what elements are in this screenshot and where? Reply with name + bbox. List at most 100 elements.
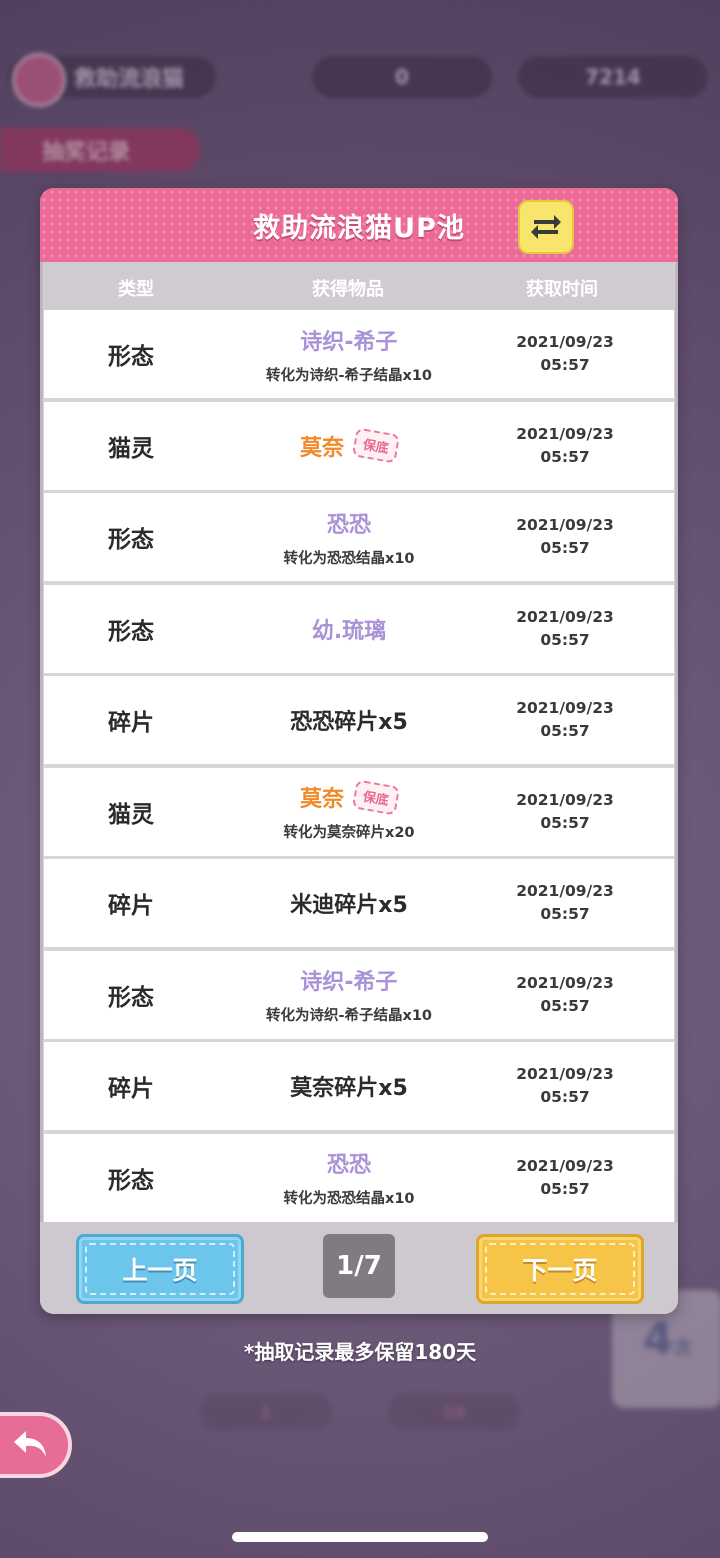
row-type: 形态 xyxy=(108,984,154,1011)
column-header-row: 类型 获得物品 获取时间 xyxy=(44,262,674,310)
row-type: 猫灵 xyxy=(108,801,154,828)
row-item-name-wrap: 米迪碎片x5 xyxy=(290,887,408,919)
row-item: 幼.琉璃 xyxy=(244,585,454,673)
row-item-name-wrap: 恐恐 xyxy=(327,1147,371,1179)
row-item-name-wrap: 诗织-希子 xyxy=(300,324,397,356)
row-date: 2021/09/23 xyxy=(516,973,614,992)
row-item: 恐恐碎片x5 xyxy=(244,676,454,764)
row-clock: 05:57 xyxy=(540,722,590,740)
row-item: 诗织-希子转化为诗织-希子结晶x10 xyxy=(244,951,454,1039)
row-time: 2021/09/23 05:57 xyxy=(490,402,640,490)
draw-record-dialog: 救助流浪猫UP池 类型 获得物品 获取时间 形态 诗织-希子 转化为诗织-希子结晶x… xyxy=(40,188,678,1314)
row-time: 2021/09/23 05:57 xyxy=(490,1042,640,1130)
row-item-name: 恐恐碎片x5 xyxy=(290,710,408,735)
row-date: 2021/09/23 xyxy=(516,516,614,534)
row-date: 2021/09/23 xyxy=(516,424,614,443)
row-clock: 05:57 xyxy=(540,1088,590,1106)
row-item-name-wrap: 莫奈 保底 xyxy=(299,427,401,464)
row-type: 形态 xyxy=(108,1167,154,1194)
row-item-name: 诗织-希子 xyxy=(300,329,398,355)
row-item-name: 诗织-希子 xyxy=(300,970,398,995)
table-row: 形态 诗织-希子转化为诗织-希子结晶x10 2021/09/23 05:57 xyxy=(44,950,674,1043)
back-arrow-icon xyxy=(14,1431,46,1457)
record-list[interactable]: 形态 诗织-希子 转化为诗织-希子结晶x10 2021/09/23 05:57 猫灵 莫奈保… xyxy=(44,310,674,1222)
column-header-type: 类型 xyxy=(118,279,154,300)
next-page-button-border xyxy=(485,1243,635,1295)
row-time: 2021/09/23 05:57 xyxy=(490,1134,640,1222)
swap-arrows-icon xyxy=(531,215,561,239)
row-item-conversion: 转化为恐恐结晶x10 xyxy=(283,550,415,567)
dialog-footer: 上一页 1/7 下一页 xyxy=(40,1222,678,1314)
row-item: 恐恐转化为恐恐结晶x10 xyxy=(244,493,454,581)
row-date: 2021/09/23 xyxy=(516,1065,614,1083)
row-item: 莫奈碎片x5 xyxy=(244,1042,454,1130)
row-time: 2021/09/23 05:57 xyxy=(490,493,640,581)
row-item-name-wrap: 诗织-希子 xyxy=(300,964,397,996)
row-item-name: 幼.琉璃 xyxy=(311,618,387,644)
row-item-name-wrap: 幼.琉璃 xyxy=(312,613,386,645)
table-row: 形态 幼.琉璃 2021/09/23 05:57 xyxy=(44,584,674,677)
row-item-name: 恐恐 xyxy=(326,512,371,538)
row-item: 米迪碎片x5 xyxy=(244,859,454,947)
table-row: 形态 恐恐转化为恐恐结晶x10 2021/09/23 05:57 xyxy=(44,493,674,585)
row-clock: 05:57 xyxy=(540,813,590,832)
row-time: 2021/09/23 05:57 xyxy=(490,951,640,1039)
row-type: 碎片 xyxy=(108,893,154,919)
row-item-name: 莫奈 xyxy=(299,787,344,812)
dialog-title: 救助流浪猫UP池 xyxy=(253,212,465,244)
row-date: 2021/09/23 xyxy=(516,333,614,351)
row-time: 2021/09/23 05:57 xyxy=(490,859,640,947)
row-item-name: 米迪碎片x5 xyxy=(290,893,408,918)
row-item-conversion: 转化为莫奈碎片x20 xyxy=(283,825,415,841)
row-type: 形态 xyxy=(108,527,154,553)
row-item: 莫奈 保底 xyxy=(244,402,454,490)
row-date: 2021/09/23 xyxy=(516,882,614,900)
table-row: 碎片 米迪碎片x5 2021/09/23 05:57 xyxy=(44,859,674,951)
table-row: 猫灵 莫奈 保底转化为莫奈碎片x20 2021/09/23 05:57 xyxy=(44,767,674,860)
row-date: 2021/09/23 xyxy=(516,1156,614,1175)
row-type: 形态 xyxy=(108,344,154,370)
column-header-time: 获取时间 xyxy=(526,279,598,300)
row-clock: 05:57 xyxy=(540,1179,590,1198)
row-item-name: 莫奈碎片x5 xyxy=(290,1076,408,1101)
retention-note: *抽取记录最多保留180天 xyxy=(243,1340,477,1364)
row-item-name: 莫奈 xyxy=(299,435,344,461)
row-item: 诗织-希子转化为诗织-希子结晶x10 xyxy=(244,310,454,398)
row-item-conversion: 转化为诗织-希子结晶x10 xyxy=(265,1008,433,1024)
row-date: 2021/09/23 xyxy=(516,607,614,626)
table-row: 猫灵 莫奈 保底 2021/09/23 05:57 xyxy=(44,401,674,494)
table-row: 形态 诗织-希子转化为诗织-希子结晶x10 2021/09/23 05:57 xyxy=(44,310,674,402)
table-row: 碎片 恐恐碎片x5 2021/09/23 05:57 xyxy=(44,676,674,768)
row-time: 2021/09/23 05:57 xyxy=(490,310,640,398)
row-date: 2021/09/23 xyxy=(516,699,614,717)
row-item-name-wrap: 恐恐碎片x5 xyxy=(290,704,408,736)
row-item-conversion: 转化为诗织-希子结晶x10 xyxy=(265,367,433,384)
row-item: 莫奈 保底转化为莫奈碎片x20 xyxy=(244,768,454,856)
row-time: 2021/09/23 05:57 xyxy=(490,585,640,673)
home-indicator[interactable] xyxy=(232,1532,488,1542)
guarantee-stamp: 保底 xyxy=(351,427,401,464)
row-clock: 05:57 xyxy=(540,447,590,466)
page-indicator: 1/7 xyxy=(323,1234,395,1298)
row-clock: 05:57 xyxy=(540,539,590,557)
row-clock: 05:57 xyxy=(540,630,590,649)
row-clock: 05:57 xyxy=(540,996,590,1015)
prev-page-button[interactable]: 上一页 xyxy=(76,1234,244,1304)
row-type: 碎片 xyxy=(108,1076,154,1102)
row-item-name-wrap: 莫奈 保底 xyxy=(299,778,401,816)
row-time: 2021/09/23 05:57 xyxy=(490,676,640,764)
table-row: 碎片 莫奈碎片x5 2021/09/23 05:57 xyxy=(44,1042,674,1134)
row-type: 猫灵 xyxy=(108,435,154,462)
back-button[interactable] xyxy=(0,1412,72,1478)
switch-pool-button[interactable] xyxy=(518,200,574,254)
next-page-button[interactable]: 下一页 xyxy=(476,1234,644,1304)
row-clock: 05:57 xyxy=(540,905,590,923)
table-row: 形态 恐恐转化为恐恐结晶x10 2021/09/23 05:57 xyxy=(44,1133,674,1222)
row-item-name-wrap: 莫奈碎片x5 xyxy=(290,1070,408,1102)
row-item-name: 恐恐 xyxy=(326,1153,371,1178)
row-item-conversion: 转化为恐恐结晶x10 xyxy=(283,1191,415,1207)
row-time: 2021/09/23 05:57 xyxy=(490,768,640,856)
row-clock: 05:57 xyxy=(540,356,590,374)
row-type: 形态 xyxy=(108,618,154,645)
column-header-item: 获得物品 xyxy=(312,279,384,300)
